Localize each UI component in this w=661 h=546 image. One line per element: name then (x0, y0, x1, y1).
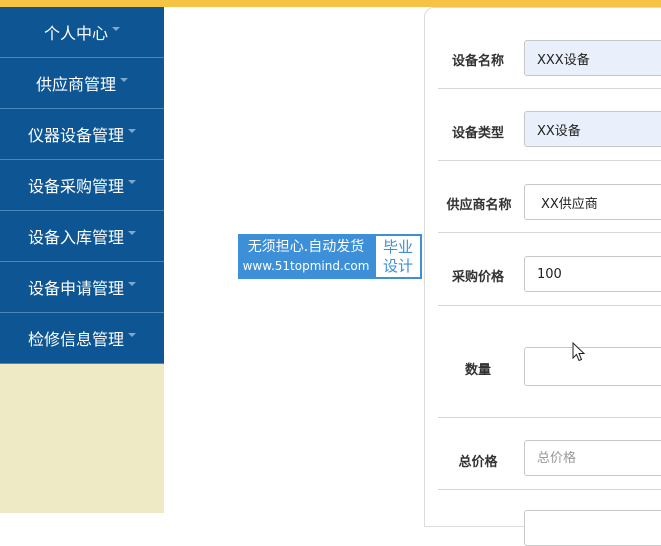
form-row-supplier-name: 供应商名称 XX供应商 (438, 161, 661, 233)
banner-url: www.51topmind.com (242, 259, 370, 273)
caret-down-icon (112, 27, 120, 31)
sidebar-item-label: 个人中心 (43, 24, 108, 43)
sidebar-item-label: 仪器设备管理 (27, 126, 124, 145)
form-row-next (438, 490, 661, 546)
total-price-field[interactable] (524, 440, 661, 476)
banner-side: 毕业 设计 (374, 234, 422, 279)
watermark-banner: 无须担心.自动发货 www.51topmind.com 毕业 设计 (238, 234, 422, 279)
device-type-value: XX设备 (537, 123, 581, 139)
caret-down-icon (128, 231, 136, 235)
quantity-label: 数量 (464, 363, 491, 378)
sidebar-item-warehousing-management[interactable]: 设备入库管理 (0, 211, 164, 262)
sidebar-item-label: 设备入库管理 (27, 228, 124, 247)
supplier-name-label: 供应商名称 (446, 198, 512, 213)
sidebar-item-supplier-management[interactable]: 供应商管理 (0, 58, 164, 109)
supplier-name-value: XX供应商 (541, 196, 598, 212)
sidebar: 个人中心 供应商管理 仪器设备管理 设备采购管理 设备入库管理 设备申请管理 检… (0, 7, 164, 513)
purchase-price-label: 采购价格 (451, 270, 504, 285)
sidebar-item-application-management[interactable]: 设备申请管理 (0, 262, 164, 313)
form-row-purchase-price: 采购价格 100 (438, 233, 661, 306)
device-name-label: 设备名称 (451, 54, 504, 69)
banner-side-line1: 毕业 (382, 237, 413, 256)
caret-down-icon (120, 78, 128, 82)
form-row-total-price: 总价格 (438, 418, 661, 490)
banner-main: 无须担心.自动发货 www.51topmind.com (238, 234, 374, 279)
form-row-device-type: 设备类型 XX设备 (438, 89, 661, 161)
device-type-label: 设备类型 (451, 126, 504, 141)
banner-slogan: 无须担心.自动发货 (247, 239, 365, 255)
form-row-device-name: 设备名称 XXX设备 (438, 20, 661, 89)
sidebar-item-purchase-management[interactable]: 设备采购管理 (0, 160, 164, 211)
sidebar-item-label: 设备申请管理 (27, 279, 124, 298)
total-price-input[interactable] (537, 450, 661, 466)
sidebar-item-label: 设备采购管理 (27, 177, 124, 196)
banner-side-line2: 设计 (382, 256, 413, 275)
caret-down-icon (128, 333, 136, 337)
caret-down-icon (128, 282, 136, 286)
sidebar-item-personal-center[interactable]: 个人中心 (0, 7, 164, 58)
top-accent-bar (0, 0, 661, 7)
sidebar-item-label: 供应商管理 (35, 75, 116, 94)
next-field[interactable] (524, 510, 661, 546)
mouse-cursor-icon (572, 342, 586, 362)
device-name-value: XXX设备 (537, 52, 590, 68)
sidebar-item-label: 检修信息管理 (27, 330, 124, 349)
purchase-price-value: 100 (537, 266, 562, 282)
device-name-field[interactable]: XXX设备 (524, 40, 661, 76)
purchase-price-field[interactable]: 100 (524, 256, 661, 292)
device-type-field[interactable]: XX设备 (524, 111, 661, 147)
sidebar-item-maintenance-management[interactable]: 检修信息管理 (0, 313, 164, 364)
quantity-field[interactable] (524, 347, 661, 386)
caret-down-icon (128, 129, 136, 133)
supplier-name-field[interactable]: XX供应商 (524, 184, 661, 220)
total-price-label: 总价格 (458, 455, 498, 470)
caret-down-icon (128, 180, 136, 184)
form-row-quantity: 数量 (438, 306, 661, 418)
sidebar-item-equipment-management[interactable]: 仪器设备管理 (0, 109, 164, 160)
